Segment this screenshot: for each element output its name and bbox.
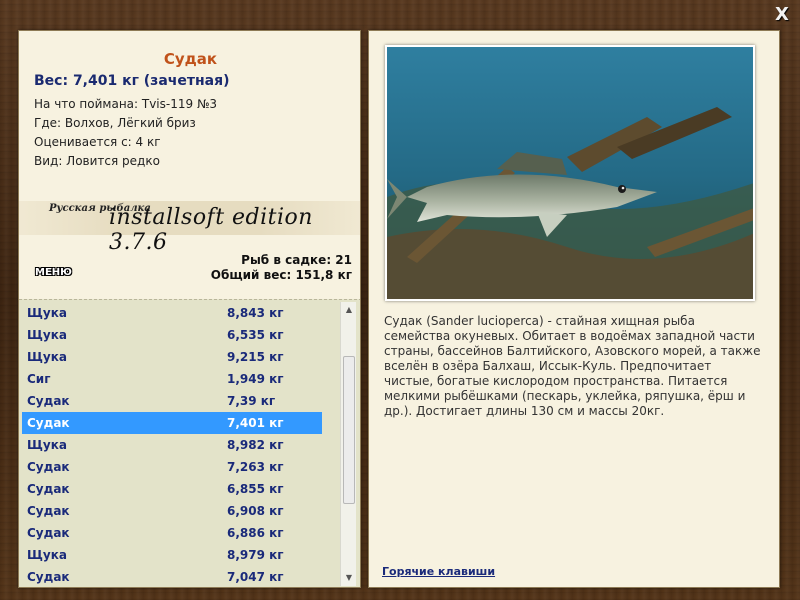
catch-list-row[interactable]: Судак 6,908 кг (22, 500, 322, 522)
catch-fish-name: Судак (27, 460, 70, 474)
catch-fish-weight: 6,855 кг (227, 482, 284, 496)
catch-fish-weight: 8,979 кг (227, 548, 284, 562)
catch-fish-name: Щука (27, 438, 67, 452)
catch-list-row[interactable]: Щука 8,843 кг (22, 302, 322, 324)
catch-list-row[interactable]: Судак 6,855 кг (22, 478, 322, 500)
catch-fish-weight: 6,886 кг (227, 526, 284, 540)
catch-fish-name: Щука (27, 350, 67, 364)
catch-fish-weight: 9,215 кг (227, 350, 284, 364)
catch-fish-weight: 7,263 кг (227, 460, 284, 474)
catch-fish-name: Судак (27, 526, 70, 540)
catch-fish-name: Щука (27, 328, 67, 342)
fish-weight: Вес: 7,401 кг (зачетная) (34, 73, 230, 89)
fish-description-panel: Судак (Sander lucioperca) - стайная хищн… (368, 30, 780, 588)
catch-list-row[interactable]: Щука 9,215 кг (22, 346, 322, 368)
keepnet-stats: Рыб в садке: 21 Общий вес: 151,8 кг (211, 253, 352, 283)
close-button[interactable]: X (772, 4, 792, 26)
catch-list-row[interactable]: Щука 6,535 кг (22, 324, 322, 346)
menu-button[interactable]: МЕНЮ (35, 267, 72, 278)
fish-photo (385, 45, 755, 301)
location-info: Где: Волхов, Лёгкий бриз (34, 116, 196, 130)
catch-fish-weight: 6,535 кг (227, 328, 284, 342)
catch-fish-weight: 6,908 кг (227, 504, 284, 518)
catch-fish-name: Сиг (27, 372, 51, 386)
hotkeys-link[interactable]: Горячие клавиши (382, 565, 495, 578)
catch-list-row[interactable]: Щука 8,979 кг (22, 544, 322, 566)
catch-fish-weight: 7,39 кг (227, 394, 276, 408)
catch-fish-weight: 7,401 кг (227, 416, 284, 430)
catch-fish-name: Судак (27, 394, 70, 408)
scroll-up-icon[interactable]: ▲ (341, 302, 357, 318)
catch-fish-name: Щука (27, 306, 67, 320)
bait-info: На что поймана: Tvis-119 №3 (34, 97, 218, 111)
zander-underwater-image (387, 47, 753, 299)
catch-fish-weight: 7,047 кг (227, 570, 284, 584)
rarity-info: Вид: Ловится редко (34, 154, 160, 168)
catch-fish-weight: 8,982 кг (227, 438, 284, 452)
catch-list-row[interactable]: Судак 7,39 кг (22, 390, 322, 412)
catch-list-row[interactable]: Судак 6,886 кг (22, 522, 322, 544)
catch-list[interactable]: ▲ ▼ Щука 8,843 кг Щука 6,535 кг Щука 9,215 кг… (19, 299, 360, 587)
fish-info-panel: Судак Вес: 7,401 кг (зачетная) На что по… (18, 30, 361, 588)
catch-list-row[interactable]: Щука 8,982 кг (22, 434, 322, 456)
catch-fish-weight: 8,843 кг (227, 306, 284, 320)
catch-list-row[interactable]: Судак 7,263 кг (22, 456, 322, 478)
catch-list-row[interactable]: Судак 7,401 кг (22, 412, 322, 434)
scroll-down-icon[interactable]: ▼ (341, 570, 357, 586)
fish-count: Рыб в садке: 21 (241, 253, 352, 267)
catch-fish-name: Щука (27, 548, 67, 562)
catch-fish-weight: 1,949 кг (227, 372, 284, 386)
game-edition-text: installsoft edition 3.7.6 (109, 205, 313, 255)
catch-fish-name: Судак (27, 416, 70, 430)
total-weight: Общий вес: 151,8 кг (210, 268, 352, 282)
catch-list-row[interactable]: Судак 7,047 кг (22, 566, 322, 587)
list-scrollbar[interactable]: ▲ ▼ (340, 302, 356, 586)
scroll-thumb[interactable] (343, 356, 355, 504)
catch-fish-name: Судак (27, 504, 70, 518)
fish-description: Судак (Sander lucioperca) - стайная хищн… (384, 314, 761, 418)
catch-fish-name: Судак (27, 570, 70, 584)
fish-name-title: Судак (163, 50, 218, 68)
catch-fish-name: Судак (27, 482, 70, 496)
catch-list-row[interactable]: Сиг 1,949 кг (22, 368, 322, 390)
valued-from-info: Оценивается с: 4 кг (34, 135, 161, 149)
